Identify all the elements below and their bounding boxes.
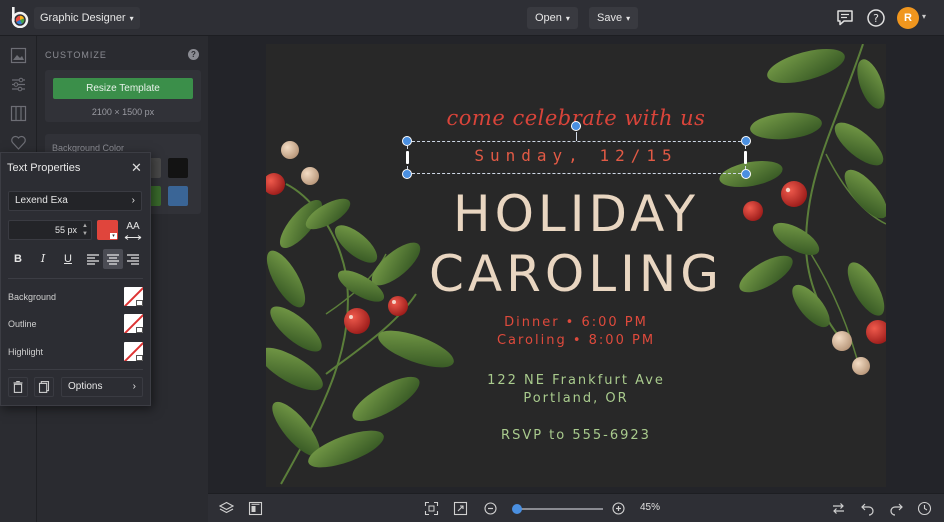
svg-text:?: ? xyxy=(873,12,879,25)
resize-handle-top-left[interactable] xyxy=(402,136,412,146)
resize-handle-bottom-right[interactable] xyxy=(741,169,751,179)
resize-section: Resize Template 2100 × 1500 px xyxy=(45,70,201,122)
card-address-line1[interactable]: 122 NE Frankfurt Ave xyxy=(266,373,886,388)
app-root: Graphic Designer ▾ Open ▾ Save ▾ ? R ▾ C… xyxy=(0,0,944,522)
font-select[interactable]: Lexend Exa › xyxy=(8,191,142,211)
chevron-down-icon xyxy=(136,300,143,306)
width-arrows-icon xyxy=(124,235,142,240)
align-center-icon[interactable] xyxy=(103,249,123,269)
highlight-label: Highlight xyxy=(8,347,44,357)
text-case-button[interactable]: AA xyxy=(124,221,142,243)
layers-icon[interactable] xyxy=(219,501,234,516)
italic-button[interactable]: I xyxy=(33,249,53,269)
app-mode-label: Graphic Designer xyxy=(40,12,126,24)
selection-box[interactable] xyxy=(407,141,746,174)
text-properties-panel: Text Properties ✕ Lexend Exa › 55 px ▲ ▼ … xyxy=(0,152,151,406)
bold-button[interactable]: B xyxy=(8,249,28,269)
duplicate-icon[interactable] xyxy=(34,377,54,397)
befunky-logo-icon[interactable] xyxy=(8,6,30,28)
user-avatar[interactable]: R xyxy=(897,7,919,29)
rotate-handle[interactable] xyxy=(571,121,581,131)
options-button[interactable]: Options › xyxy=(61,377,143,397)
card-title-line1[interactable]: HOLIDAY xyxy=(266,186,886,242)
trash-icon[interactable] xyxy=(8,377,28,397)
chevron-right-icon: › xyxy=(131,195,135,206)
resize-template-button[interactable]: Resize Template xyxy=(53,78,193,99)
outline-color-swatch[interactable] xyxy=(124,314,143,333)
rotation-guide xyxy=(576,132,577,141)
image-icon[interactable] xyxy=(10,47,27,64)
history-icon[interactable] xyxy=(917,501,932,516)
align-left-icon[interactable] xyxy=(83,249,103,269)
underline-button[interactable]: U xyxy=(58,249,78,269)
swap-icon[interactable] xyxy=(831,501,846,516)
chevron-down-icon xyxy=(136,327,143,333)
save-label: Save xyxy=(597,12,623,24)
text-case-label: AA xyxy=(126,221,140,232)
align-right-icon[interactable] xyxy=(123,249,143,269)
customize-title: CUSTOMIZE xyxy=(45,50,107,60)
highlight-color-swatch[interactable] xyxy=(124,342,143,361)
chevron-down-icon: ▾ xyxy=(129,14,134,23)
expand-icon[interactable] xyxy=(453,501,468,516)
chevron-down-icon: ▾ xyxy=(565,14,570,23)
resize-handle-bottom-left[interactable] xyxy=(402,169,412,179)
swatch-black[interactable] xyxy=(168,158,188,178)
open-label: Open xyxy=(535,12,562,24)
help-icon[interactable]: ? xyxy=(188,49,199,60)
zoom-level: 45% xyxy=(640,502,661,513)
card-rsvp-line[interactable]: RSVP to 555-6923 xyxy=(266,428,886,443)
zoom-slider[interactable] xyxy=(513,508,603,510)
chat-icon[interactable] xyxy=(835,8,855,28)
card-address-line2[interactable]: Portland, OR xyxy=(266,391,886,406)
text-properties-title: Text Properties xyxy=(7,162,81,174)
font-name: Lexend Exa xyxy=(15,195,68,206)
chevron-down-icon xyxy=(136,355,143,361)
chevron-down-icon: ▾ xyxy=(626,14,631,23)
divider xyxy=(8,278,143,279)
font-size-input[interactable]: 55 px xyxy=(8,220,92,240)
top-bar: Graphic Designer ▾ Open ▾ Save ▾ ? R ▾ xyxy=(0,0,944,36)
help-icon[interactable]: ? xyxy=(866,8,886,28)
card-title-line2[interactable]: CAROLING xyxy=(266,246,886,302)
app-mode-menu[interactable]: Graphic Designer ▾ xyxy=(34,7,140,29)
divider xyxy=(8,369,143,370)
chevron-down-icon: ▾ xyxy=(110,233,117,239)
sliders-icon[interactable] xyxy=(10,76,27,93)
fit-to-screen-icon[interactable] xyxy=(424,501,439,516)
resize-handle-right[interactable] xyxy=(744,151,747,164)
background-label: Background xyxy=(8,292,57,302)
background-color-swatch[interactable] xyxy=(124,287,143,306)
zoom-out-icon[interactable] xyxy=(483,501,498,516)
card-dinner-time[interactable]: Dinner • 6:00 PM xyxy=(266,315,886,330)
resize-handle-left[interactable] xyxy=(406,151,409,164)
save-button[interactable]: Save ▾ xyxy=(589,7,639,29)
card-caroling-time[interactable]: Caroling • 8:00 PM xyxy=(266,333,886,348)
heart-icon[interactable] xyxy=(10,134,27,151)
chevron-down-icon[interactable]: ▾ xyxy=(922,12,926,21)
swatch-blue[interactable] xyxy=(168,186,188,206)
bottom-toolbar: 45% xyxy=(208,493,944,522)
zoom-slider-handle[interactable] xyxy=(512,504,522,514)
layout-icon[interactable] xyxy=(10,105,27,122)
outline-label: Outline xyxy=(8,319,37,329)
size-stepper-icon[interactable]: ▲ ▼ xyxy=(82,222,88,238)
template-icon[interactable] xyxy=(248,501,263,516)
options-label: Options xyxy=(68,381,103,392)
resize-handle-top-right[interactable] xyxy=(741,136,751,146)
open-button[interactable]: Open ▾ xyxy=(527,7,578,29)
design-card[interactable]: come celebrate with us Sunday, 12/15 HOL… xyxy=(266,44,886,487)
redo-icon[interactable] xyxy=(889,501,904,516)
text-color-swatch[interactable]: ▾ xyxy=(97,220,118,240)
chevron-right-icon: › xyxy=(132,381,136,392)
zoom-in-icon[interactable] xyxy=(611,501,626,516)
undo-icon[interactable] xyxy=(860,501,875,516)
close-icon[interactable]: ✕ xyxy=(131,160,142,176)
template-dimensions: 2100 × 1500 px xyxy=(91,107,155,117)
